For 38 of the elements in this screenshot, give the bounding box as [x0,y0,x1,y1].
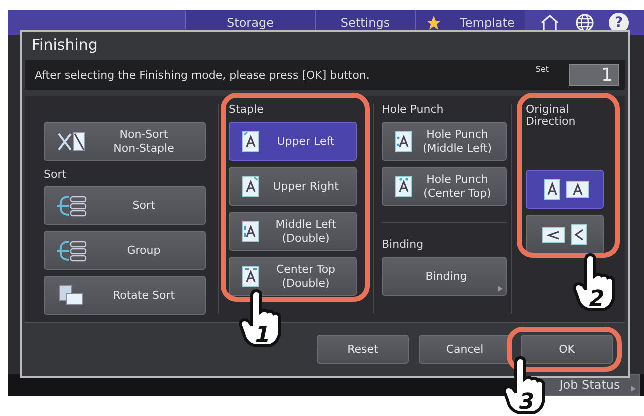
globe-icon[interactable] [575,12,595,32]
group-heading: Sort [44,169,68,181]
option-button[interactable]: Rotate Sort [44,276,206,315]
dialog-title: Finishing [31,35,99,56]
arrow-icon [631,386,636,392]
star-icon [426,14,442,30]
option-button[interactable]: Hole Punch (Middle Left) [382,122,507,161]
direction-button[interactable] [526,215,604,254]
option-button[interactable]: Middle Left (Double) [229,212,357,251]
direction-button[interactable] [526,170,604,209]
group-heading: Staple [229,104,265,116]
option-button[interactable]: Center Top (Double) [229,257,357,296]
set-field: 1 [569,64,619,86]
page-icon [240,220,262,244]
group-heading: Binding [382,239,425,251]
option-button[interactable]: Upper Right [229,167,357,206]
step-number: 2 [589,287,605,312]
option-button[interactable]: Upper Left [229,122,357,161]
instruction-text: After selecting the Finishing mode, please press [OK] button. [35,68,371,82]
step-number: 3 [519,390,535,415]
step-number: 1 [255,323,271,348]
option-button[interactable]: Sort [44,186,206,225]
page-icon [240,174,262,198]
group-heading: Hole Punch [382,104,445,116]
help-button[interactable]: ? [609,12,629,32]
dialog-button[interactable]: Cancel [419,335,511,364]
dialog-button[interactable]: OK [521,335,613,364]
page-icon [393,130,415,154]
page-icon [393,174,415,198]
binding-button[interactable]: Binding [382,257,507,296]
option-button[interactable]: Group [44,231,206,270]
page-icon [240,264,262,288]
group-heading: Original Direction [526,104,577,130]
page-icon [240,130,262,154]
dialog-button[interactable]: Reset [317,335,409,364]
option-button[interactable]: Non-Sort Non-Staple [44,122,206,161]
set-label: Set [536,65,549,74]
option-button[interactable]: Hole Punch (Center Top) [382,167,507,206]
